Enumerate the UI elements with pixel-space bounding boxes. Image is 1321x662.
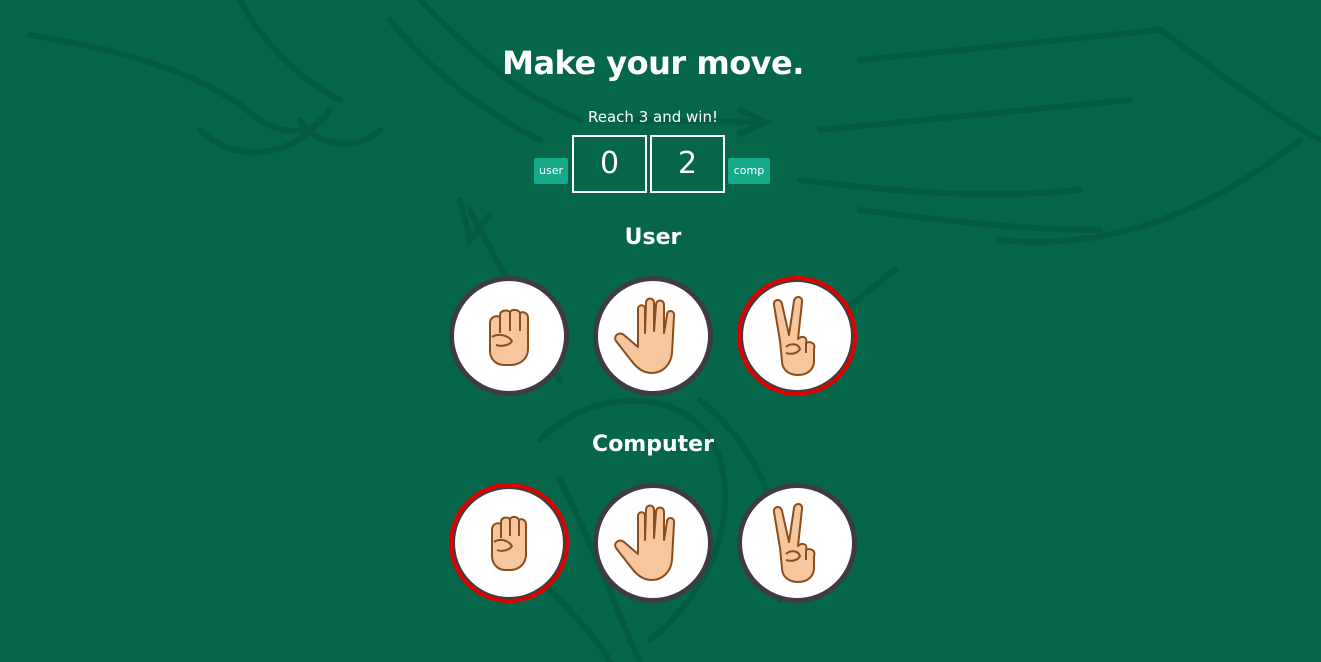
user-section-label: User: [624, 225, 682, 250]
computer-score: 2: [650, 135, 725, 193]
paper-hand-icon: [614, 297, 676, 374]
rock-fist-icon: [489, 308, 529, 366]
user-scissors-button[interactable]: [737, 276, 857, 396]
page-title: Make your move.: [502, 44, 804, 82]
rock-fist-icon: [491, 515, 527, 571]
user-score: 0: [572, 135, 647, 193]
user-paper-button[interactable]: [593, 276, 713, 396]
computer-section-label: Computer: [592, 432, 714, 457]
computer-rock-choice: [449, 483, 569, 603]
computer-scissors-choice: [737, 483, 857, 603]
win-condition-text: Reach 3 and win!: [588, 108, 718, 126]
scissors-hand-icon: [772, 503, 816, 583]
computer-score-badge: comp: [728, 158, 770, 184]
user-score-badge: user: [534, 158, 568, 184]
scoreboard: user 0 2 comp: [534, 135, 774, 193]
paper-hand-icon: [614, 504, 676, 581]
computer-paper-choice: [593, 483, 713, 603]
game-screen: Make your move. Reach 3 and win! user 0 …: [0, 0, 1321, 662]
user-rock-button[interactable]: [449, 276, 569, 396]
scissors-hand-icon: [772, 296, 816, 376]
